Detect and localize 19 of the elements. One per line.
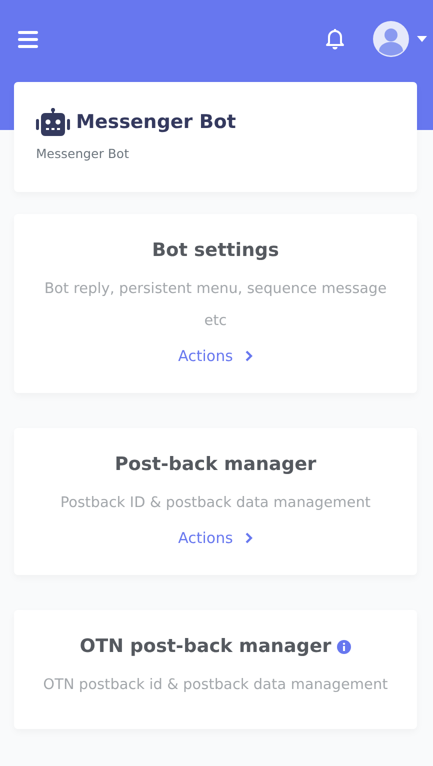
menu-icon[interactable] [18, 30, 38, 48]
chevron-right-icon [244, 532, 253, 544]
robot-icon [36, 108, 70, 136]
breadcrumb-text: Messenger Bot [36, 146, 130, 161]
actions-link[interactable]: Actions [178, 347, 253, 365]
card-description: Postback ID & postback data management [59, 494, 372, 513]
avatar-icon [373, 21, 409, 57]
actions-link[interactable]: Actions [178, 529, 253, 547]
card-title: OTN post-back manager [80, 636, 332, 657]
card-description: Bot reply, persistent menu, sequence message etc [43, 280, 388, 331]
card-title: Bot settings [152, 240, 280, 261]
info-icon[interactable] [337, 640, 352, 654]
page-title: Messenger Bot [76, 111, 236, 133]
card-title: Post-back manager [114, 454, 316, 475]
notification-bell-icon[interactable] [325, 28, 345, 50]
card-description: OTN postback id & postback data management [42, 676, 389, 695]
caret-icon [417, 36, 427, 42]
chevron-right-icon [244, 350, 253, 362]
user-menu-button[interactable] [373, 21, 427, 57]
